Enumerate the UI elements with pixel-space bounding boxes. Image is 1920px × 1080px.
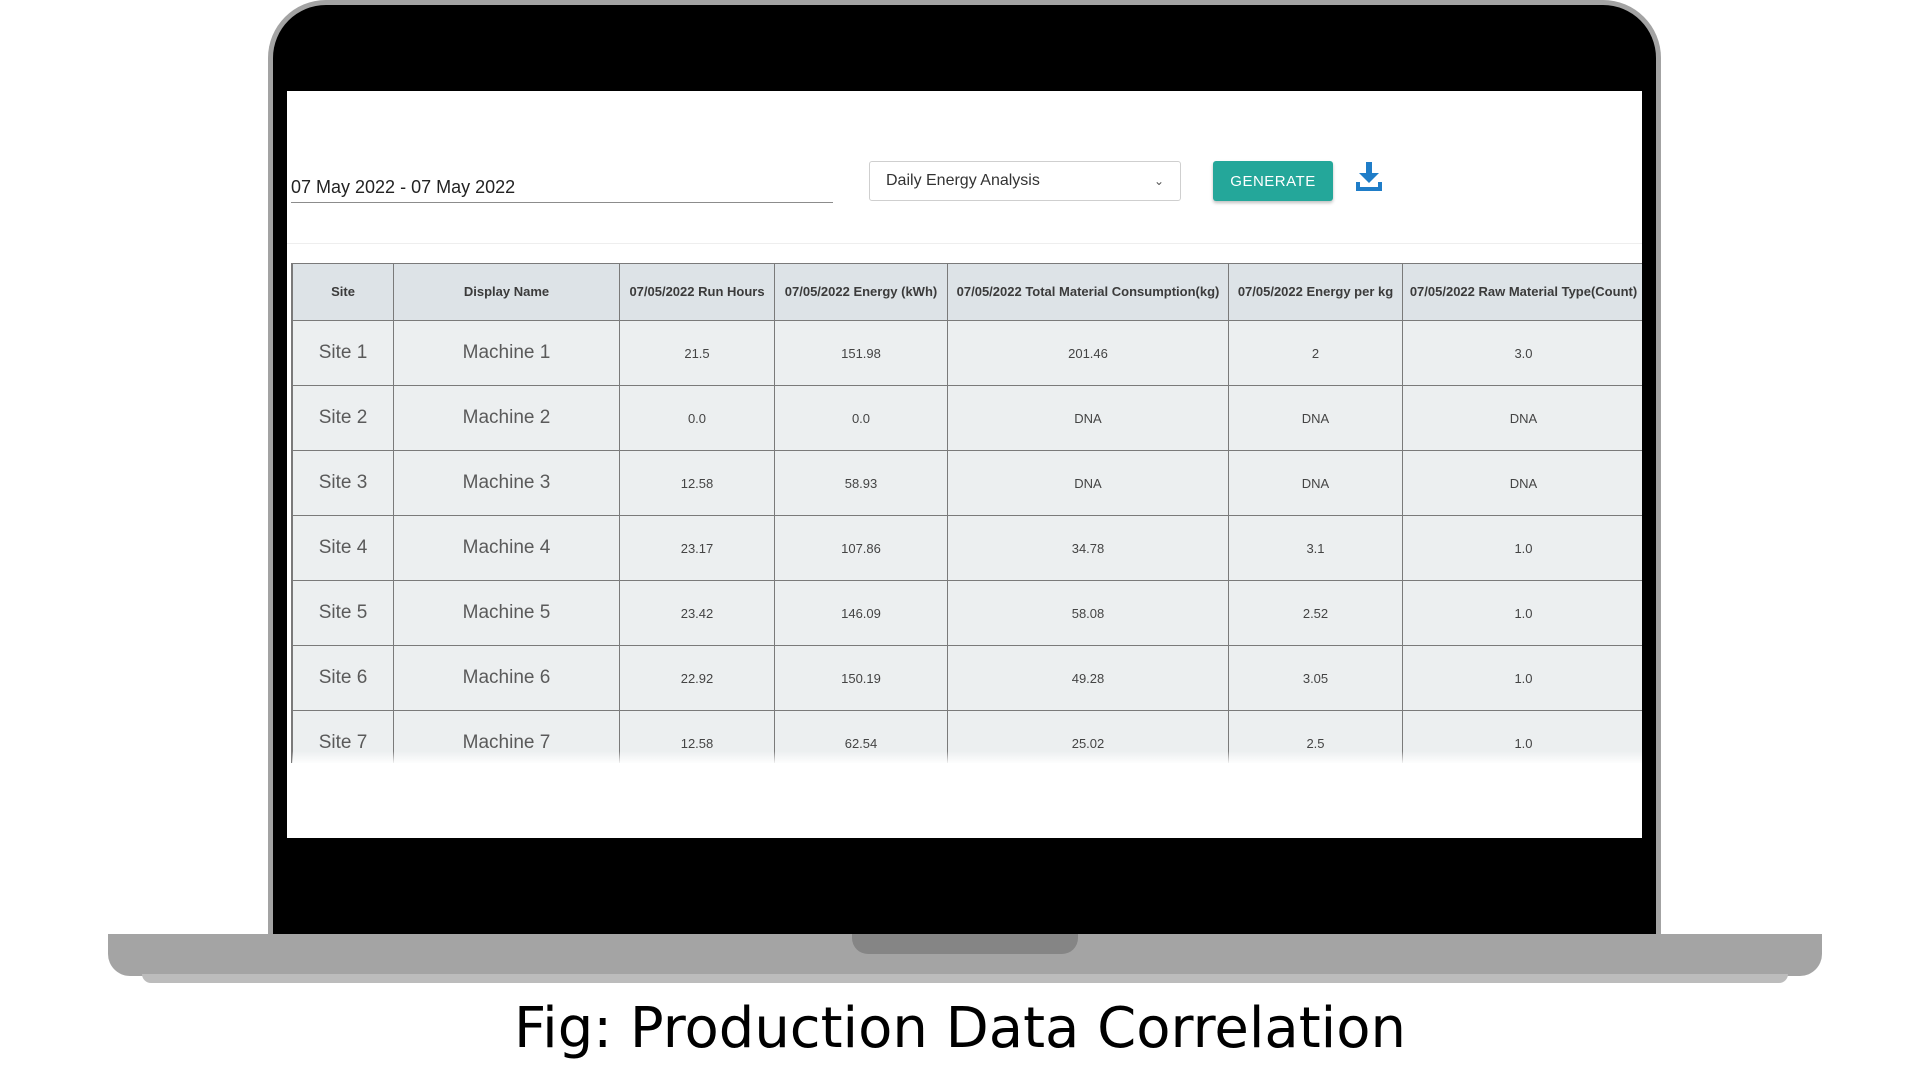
report-type-select[interactable]: Daily Energy Analysis ⌄ <box>869 161 1181 201</box>
energy-cell: 107.86 <box>774 515 948 581</box>
laptop-notch <box>852 934 1078 954</box>
date-range-input[interactable] <box>291 173 833 201</box>
column-header[interactable]: Display Name <box>393 263 620 321</box>
material-consumption-cell: 201.46 <box>947 320 1229 386</box>
report-table-container: Site Display Name 07/05/2022 Run Hours 0… <box>291 263 1642 763</box>
energy-per-kg-cell: 2 <box>1228 320 1403 386</box>
energy-per-kg-cell: 3.05 <box>1228 645 1403 711</box>
energy-cell: 0.0 <box>774 385 948 451</box>
display-name-cell: Machine 2 <box>393 385 620 451</box>
material-consumption-cell: DNA <box>947 385 1229 451</box>
figure-caption: Fig: Production Data Correlation <box>514 996 1406 1061</box>
energy-cell: 58.93 <box>774 450 948 516</box>
energy-per-kg-cell: DNA <box>1228 385 1403 451</box>
energy-cell: 146.09 <box>774 580 948 646</box>
site-cell: Site 3 <box>292 450 394 516</box>
download-icon[interactable] <box>1354 160 1384 192</box>
display-name-cell: Machine 1 <box>393 320 620 386</box>
toolbar-divider <box>287 243 1642 244</box>
run-hours-cell: 0.0 <box>619 385 775 451</box>
table-row: Site 4 Machine 4 23.17 107.86 34.78 3.1 … <box>292 515 1642 581</box>
column-header[interactable]: 07/05/2022 Total Material Consumption(kg… <box>947 263 1229 321</box>
table-row: Site 3 Machine 3 12.58 58.93 DNA DNA DNA <box>292 450 1642 516</box>
column-header[interactable]: 07/05/2022 Run Hours <box>619 263 775 321</box>
column-header[interactable]: 07/05/2022 Energy per kg <box>1228 263 1403 321</box>
report-type-value: Daily Energy Analysis <box>886 172 1040 189</box>
table-row: Site 1 Machine 1 21.5 151.98 201.46 2 3.… <box>292 320 1642 386</box>
energy-cell: 62.54 <box>774 710 948 763</box>
raw-material-count-cell: 1.0 <box>1402 645 1642 711</box>
material-consumption-cell: 58.08 <box>947 580 1229 646</box>
generate-button[interactable]: GENERATE <box>1213 161 1333 201</box>
site-cell: Site 2 <box>292 385 394 451</box>
raw-material-count-cell: 1.0 <box>1402 580 1642 646</box>
material-consumption-cell: 49.28 <box>947 645 1229 711</box>
chevron-down-icon: ⌄ <box>1153 174 1164 188</box>
energy-cell: 150.19 <box>774 645 948 711</box>
energy-cell: 151.98 <box>774 320 948 386</box>
run-hours-cell: 22.92 <box>619 645 775 711</box>
site-cell: Site 6 <box>292 645 394 711</box>
energy-per-kg-cell: DNA <box>1228 450 1403 516</box>
energy-per-kg-cell: 2.5 <box>1228 710 1403 763</box>
material-consumption-cell: DNA <box>947 450 1229 516</box>
raw-material-count-cell: 3.0 <box>1402 320 1642 386</box>
raw-material-count-cell: 1.0 <box>1402 515 1642 581</box>
laptop-base-shadow <box>142 974 1788 983</box>
run-hours-cell: 21.5 <box>619 320 775 386</box>
material-consumption-cell: 25.02 <box>947 710 1229 763</box>
site-cell: Site 5 <box>292 580 394 646</box>
site-cell: Site 1 <box>292 320 394 386</box>
raw-material-count-cell: 1.0 <box>1402 710 1642 763</box>
table-row: Site 2 Machine 2 0.0 0.0 DNA DNA DNA <box>292 385 1642 451</box>
table-header-row: Site Display Name 07/05/2022 Run Hours 0… <box>292 263 1642 321</box>
raw-material-count-cell: DNA <box>1402 450 1642 516</box>
display-name-cell: Machine 4 <box>393 515 620 581</box>
energy-per-kg-cell: 3.1 <box>1228 515 1403 581</box>
date-range-field[interactable] <box>291 173 833 203</box>
display-name-cell: Machine 6 <box>393 645 620 711</box>
column-header[interactable]: 07/05/2022 Energy (kWh) <box>774 263 948 321</box>
raw-material-count-cell: DNA <box>1402 385 1642 451</box>
display-name-cell: Machine 5 <box>393 580 620 646</box>
run-hours-cell: 12.58 <box>619 450 775 516</box>
material-consumption-cell: 34.78 <box>947 515 1229 581</box>
column-header[interactable]: 07/05/2022 Raw Material Type(Count) <box>1402 263 1642 321</box>
energy-per-kg-cell: 2.52 <box>1228 580 1403 646</box>
table-row: Site 5 Machine 5 23.42 146.09 58.08 2.52… <box>292 580 1642 646</box>
column-header[interactable]: Site <box>292 263 394 321</box>
site-cell: Site 4 <box>292 515 394 581</box>
app-screen: Daily Energy Analysis ⌄ GENERATE Site <box>287 91 1642 838</box>
table-row: Site 6 Machine 6 22.92 150.19 49.28 3.05… <box>292 645 1642 711</box>
run-hours-cell: 23.17 <box>619 515 775 581</box>
site-cell: Site 7 <box>292 710 394 763</box>
table-row: Site 7 Machine 7 12.58 62.54 25.02 2.5 1… <box>292 710 1642 763</box>
display-name-cell: Machine 3 <box>393 450 620 516</box>
report-table: Site Display Name 07/05/2022 Run Hours 0… <box>292 263 1642 763</box>
run-hours-cell: 23.42 <box>619 580 775 646</box>
run-hours-cell: 12.58 <box>619 710 775 763</box>
display-name-cell: Machine 7 <box>393 710 620 763</box>
